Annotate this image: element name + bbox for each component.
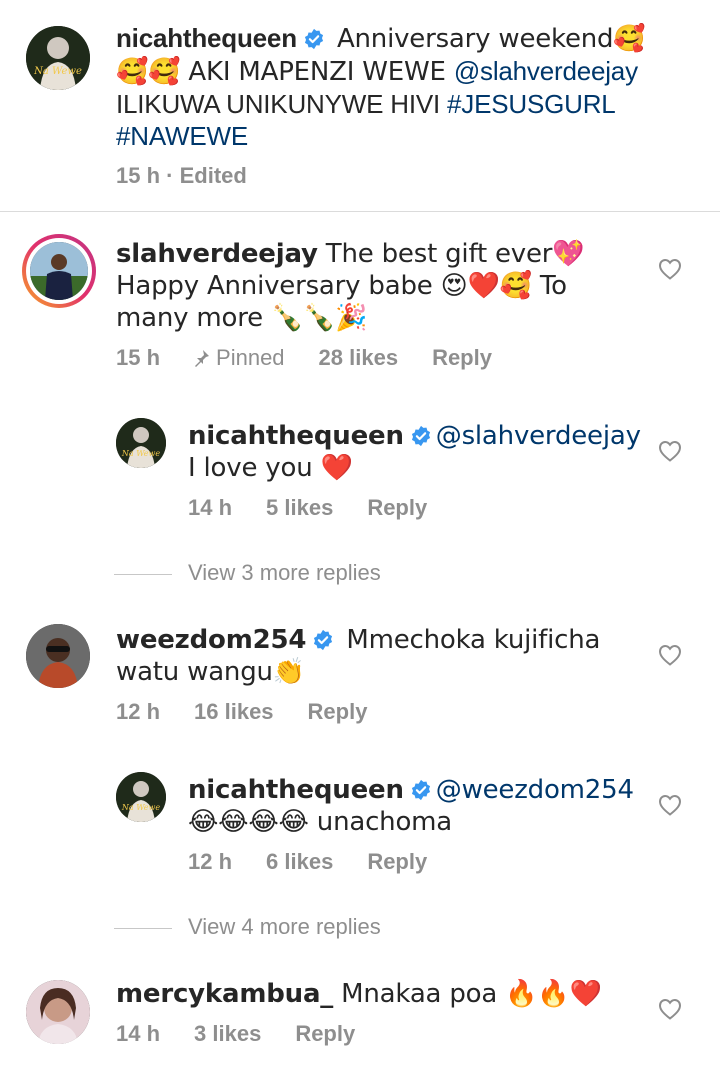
hashtag-link[interactable]: #JESUSGURL: [447, 89, 615, 119]
comment-text: nicahthequeen @weezdom254 😂😂😂😂 unachoma: [188, 774, 648, 838]
verified-badge-icon: [411, 425, 430, 447]
heart-outline-icon: [658, 644, 682, 666]
like-button[interactable]: [658, 258, 682, 280]
timestamp: 14 h: [188, 495, 233, 520]
comment-body: Mnakaa poa 🔥🔥❤️: [333, 979, 602, 1009]
pin-icon: [195, 350, 210, 367]
likes-count[interactable]: 16 likes: [194, 699, 274, 724]
comment: weezdom254 Mmechoka kujificha watu wangu…: [0, 620, 720, 740]
likes-count[interactable]: 5 likes: [266, 495, 333, 520]
comment-meta: 12 h 6 likes Reply: [188, 848, 461, 876]
timestamp: 12 h: [116, 699, 161, 724]
separator: ·: [160, 163, 180, 188]
comment-body: 😂😂😂😂 unachoma: [188, 807, 453, 837]
pinned-label: Pinned: [194, 345, 285, 370]
like-button[interactable]: [658, 440, 682, 462]
like-button[interactable]: [658, 644, 682, 666]
view-more-replies[interactable]: View 4 more replies: [114, 913, 381, 941]
avatar[interactable]: [26, 980, 90, 1044]
comment-meta: 14 h 5 likes Reply: [188, 494, 461, 522]
comment-text: nicahthequeen @slahverdeejay I love you ❤…: [188, 420, 648, 484]
avatar-caption: Na Wewe: [33, 66, 82, 77]
caption-meta: 15 h · Edited: [116, 162, 281, 190]
caption-body-2: ILIKUWA UNIKUNYWE HIVI: [116, 89, 448, 119]
caption-block: Na Wewe nicahthequeen Anniversary weeken…: [0, 0, 720, 212]
username[interactable]: nicahthequeen: [188, 421, 404, 451]
heart-outline-icon: [658, 258, 682, 280]
timestamp: 14 h: [116, 1021, 161, 1046]
username[interactable]: slahverdeejay: [116, 239, 318, 269]
username[interactable]: weezdom254: [116, 625, 306, 655]
reply-button[interactable]: Reply: [295, 1021, 355, 1046]
comment-text: weezdom254 Mmechoka kujificha watu wangu…: [116, 624, 636, 688]
avatar[interactable]: Na Wewe: [26, 26, 90, 90]
verified-badge-icon: [411, 779, 430, 801]
reply-button[interactable]: Reply: [432, 345, 492, 370]
reply-comment: Na Wewe nicahthequeen @slahverdeejay I lo…: [0, 412, 720, 536]
timestamp: 15 h: [116, 345, 161, 370]
edited-label: Edited: [179, 163, 247, 188]
verified-badge-icon: [314, 629, 333, 651]
avatar-caption: Na Wewe: [121, 449, 160, 458]
likes-count[interactable]: 6 likes: [266, 849, 333, 874]
verified-badge-icon: [304, 28, 323, 50]
reply-button[interactable]: Reply: [367, 849, 427, 874]
reply-button[interactable]: Reply: [367, 495, 427, 520]
divider: [0, 211, 720, 212]
mention-link[interactable]: @slahverdeejay: [454, 56, 638, 86]
username[interactable]: nicahthequeen: [188, 775, 404, 805]
likes-count[interactable]: 3 likes: [194, 1021, 261, 1046]
like-button[interactable]: [658, 794, 682, 816]
comment: mercykambua_ Mnakaa poa 🔥🔥❤️ 14 h 3 likes…: [0, 976, 720, 1076]
timestamp: 12 h: [188, 849, 233, 874]
heart-outline-icon: [658, 794, 682, 816]
comment-text: mercykambua_ Mnakaa poa 🔥🔥❤️: [116, 978, 636, 1010]
comment-meta: 14 h 3 likes Reply: [116, 1020, 389, 1048]
comment-text: slahverdeejay The best gift ever💖 Happy …: [116, 238, 636, 334]
avatar[interactable]: Na Wewe: [116, 772, 166, 822]
mention-link[interactable]: @slahverdeejay: [436, 421, 641, 451]
reply-button[interactable]: Reply: [308, 699, 368, 724]
comment-body: I love you ❤️: [188, 453, 353, 483]
reply-comment: Na Wewe nicahthequeen @weezdom254 😂😂😂😂 un…: [0, 768, 720, 888]
like-button[interactable]: [658, 998, 682, 1020]
avatar[interactable]: [26, 624, 90, 688]
avatar[interactable]: Na Wewe: [116, 418, 166, 468]
hashtag-link[interactable]: #NAWEWE: [116, 121, 248, 151]
heart-outline-icon: [658, 998, 682, 1020]
heart-outline-icon: [658, 440, 682, 462]
comment: slahverdeejay The best gift ever💖 Happy …: [0, 230, 720, 390]
caption-text: nicahthequeen Anniversary weekend🥰🥰🥰 AKI…: [116, 22, 656, 152]
comment-meta: 12 h 16 likes Reply: [116, 698, 401, 726]
comment-meta: 15 h Pinned 28 likes Reply: [116, 344, 526, 372]
avatar-caption: Na Wewe: [121, 803, 160, 812]
view-more-replies[interactable]: View 3 more replies: [114, 559, 381, 587]
timestamp: 15 h: [116, 163, 161, 188]
username[interactable]: nicahthequeen: [116, 23, 297, 53]
likes-count[interactable]: 28 likes: [319, 345, 399, 370]
username[interactable]: mercykambua_: [116, 979, 333, 1009]
avatar[interactable]: [30, 242, 88, 300]
mention-link[interactable]: @weezdom254: [436, 775, 634, 805]
